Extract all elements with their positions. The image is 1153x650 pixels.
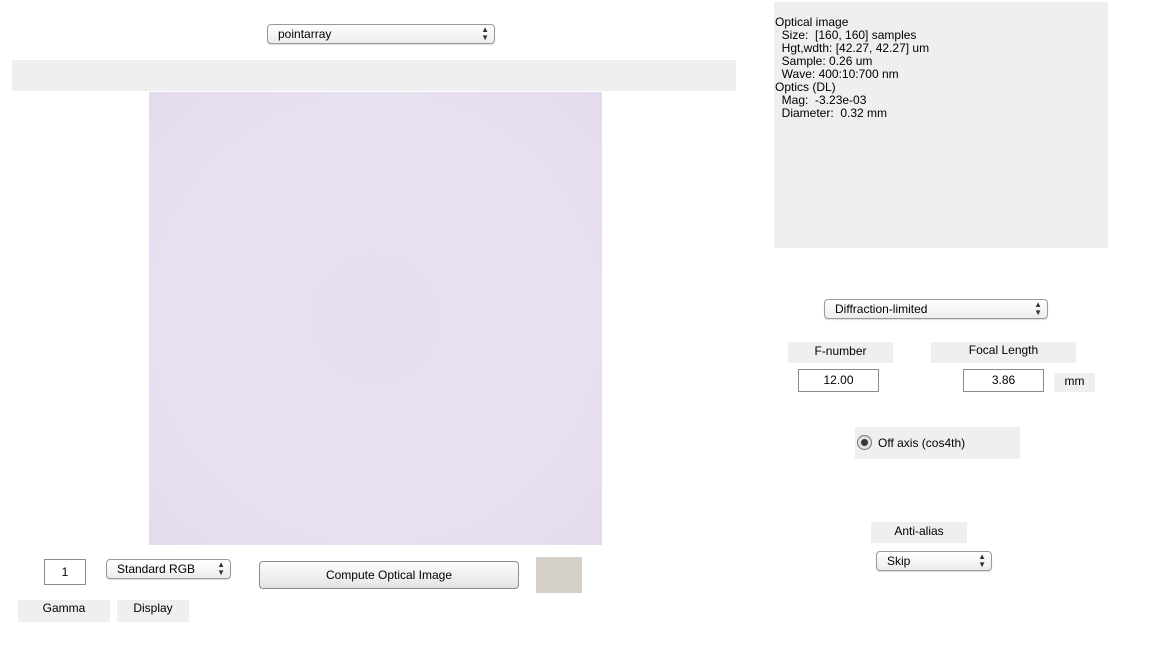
popup-arrows-icon: ▲ ▼: [217, 560, 225, 577]
antialias-label: Anti-alias: [871, 522, 967, 543]
display-select-value: Standard RGB: [117, 562, 196, 576]
popup-arrows-icon: ▲ ▼: [481, 25, 489, 42]
info-line: Diameter: 0.32 mm: [775, 106, 888, 120]
display-select[interactable]: Standard RGB ▲ ▼: [106, 559, 231, 579]
scene-select-value: pointarray: [278, 27, 332, 41]
focal-length-label: Focal Length: [931, 342, 1076, 363]
offaxis-radio-group[interactable]: Off axis (cos4th): [855, 427, 1020, 459]
optics-model-value: Diffraction-limited: [835, 302, 928, 316]
radio-selected-icon[interactable]: [857, 435, 872, 450]
color-swatch: [536, 557, 582, 593]
focal-length-field[interactable]: 3.86: [963, 369, 1044, 392]
compute-optical-image-button[interactable]: Compute Optical Image: [259, 561, 519, 589]
gamma-label: Gamma: [18, 600, 110, 622]
fnumber-field[interactable]: 12.00: [798, 369, 879, 392]
offaxis-label: Off axis (cos4th): [878, 436, 966, 450]
scene-select[interactable]: pointarray ▲ ▼: [267, 24, 495, 44]
popup-arrows-icon: ▲ ▼: [978, 552, 986, 569]
fnumber-label: F-number: [788, 342, 893, 363]
gamma-field[interactable]: 1: [44, 559, 86, 585]
antialias-value: Skip: [887, 554, 911, 568]
optical-image-display[interactable]: [149, 92, 602, 545]
popup-arrows-icon: ▲ ▼: [1034, 300, 1042, 317]
optics-model-select[interactable]: Diffraction-limited ▲ ▼: [824, 299, 1048, 319]
display-label: Display: [117, 600, 189, 622]
focal-unit-label: mm: [1054, 373, 1095, 392]
antialias-select[interactable]: Skip ▲ ▼: [876, 551, 992, 571]
message-bar: [12, 60, 736, 91]
info-panel: Optical image Size: [160, 160] samples H…: [774, 2, 1108, 248]
